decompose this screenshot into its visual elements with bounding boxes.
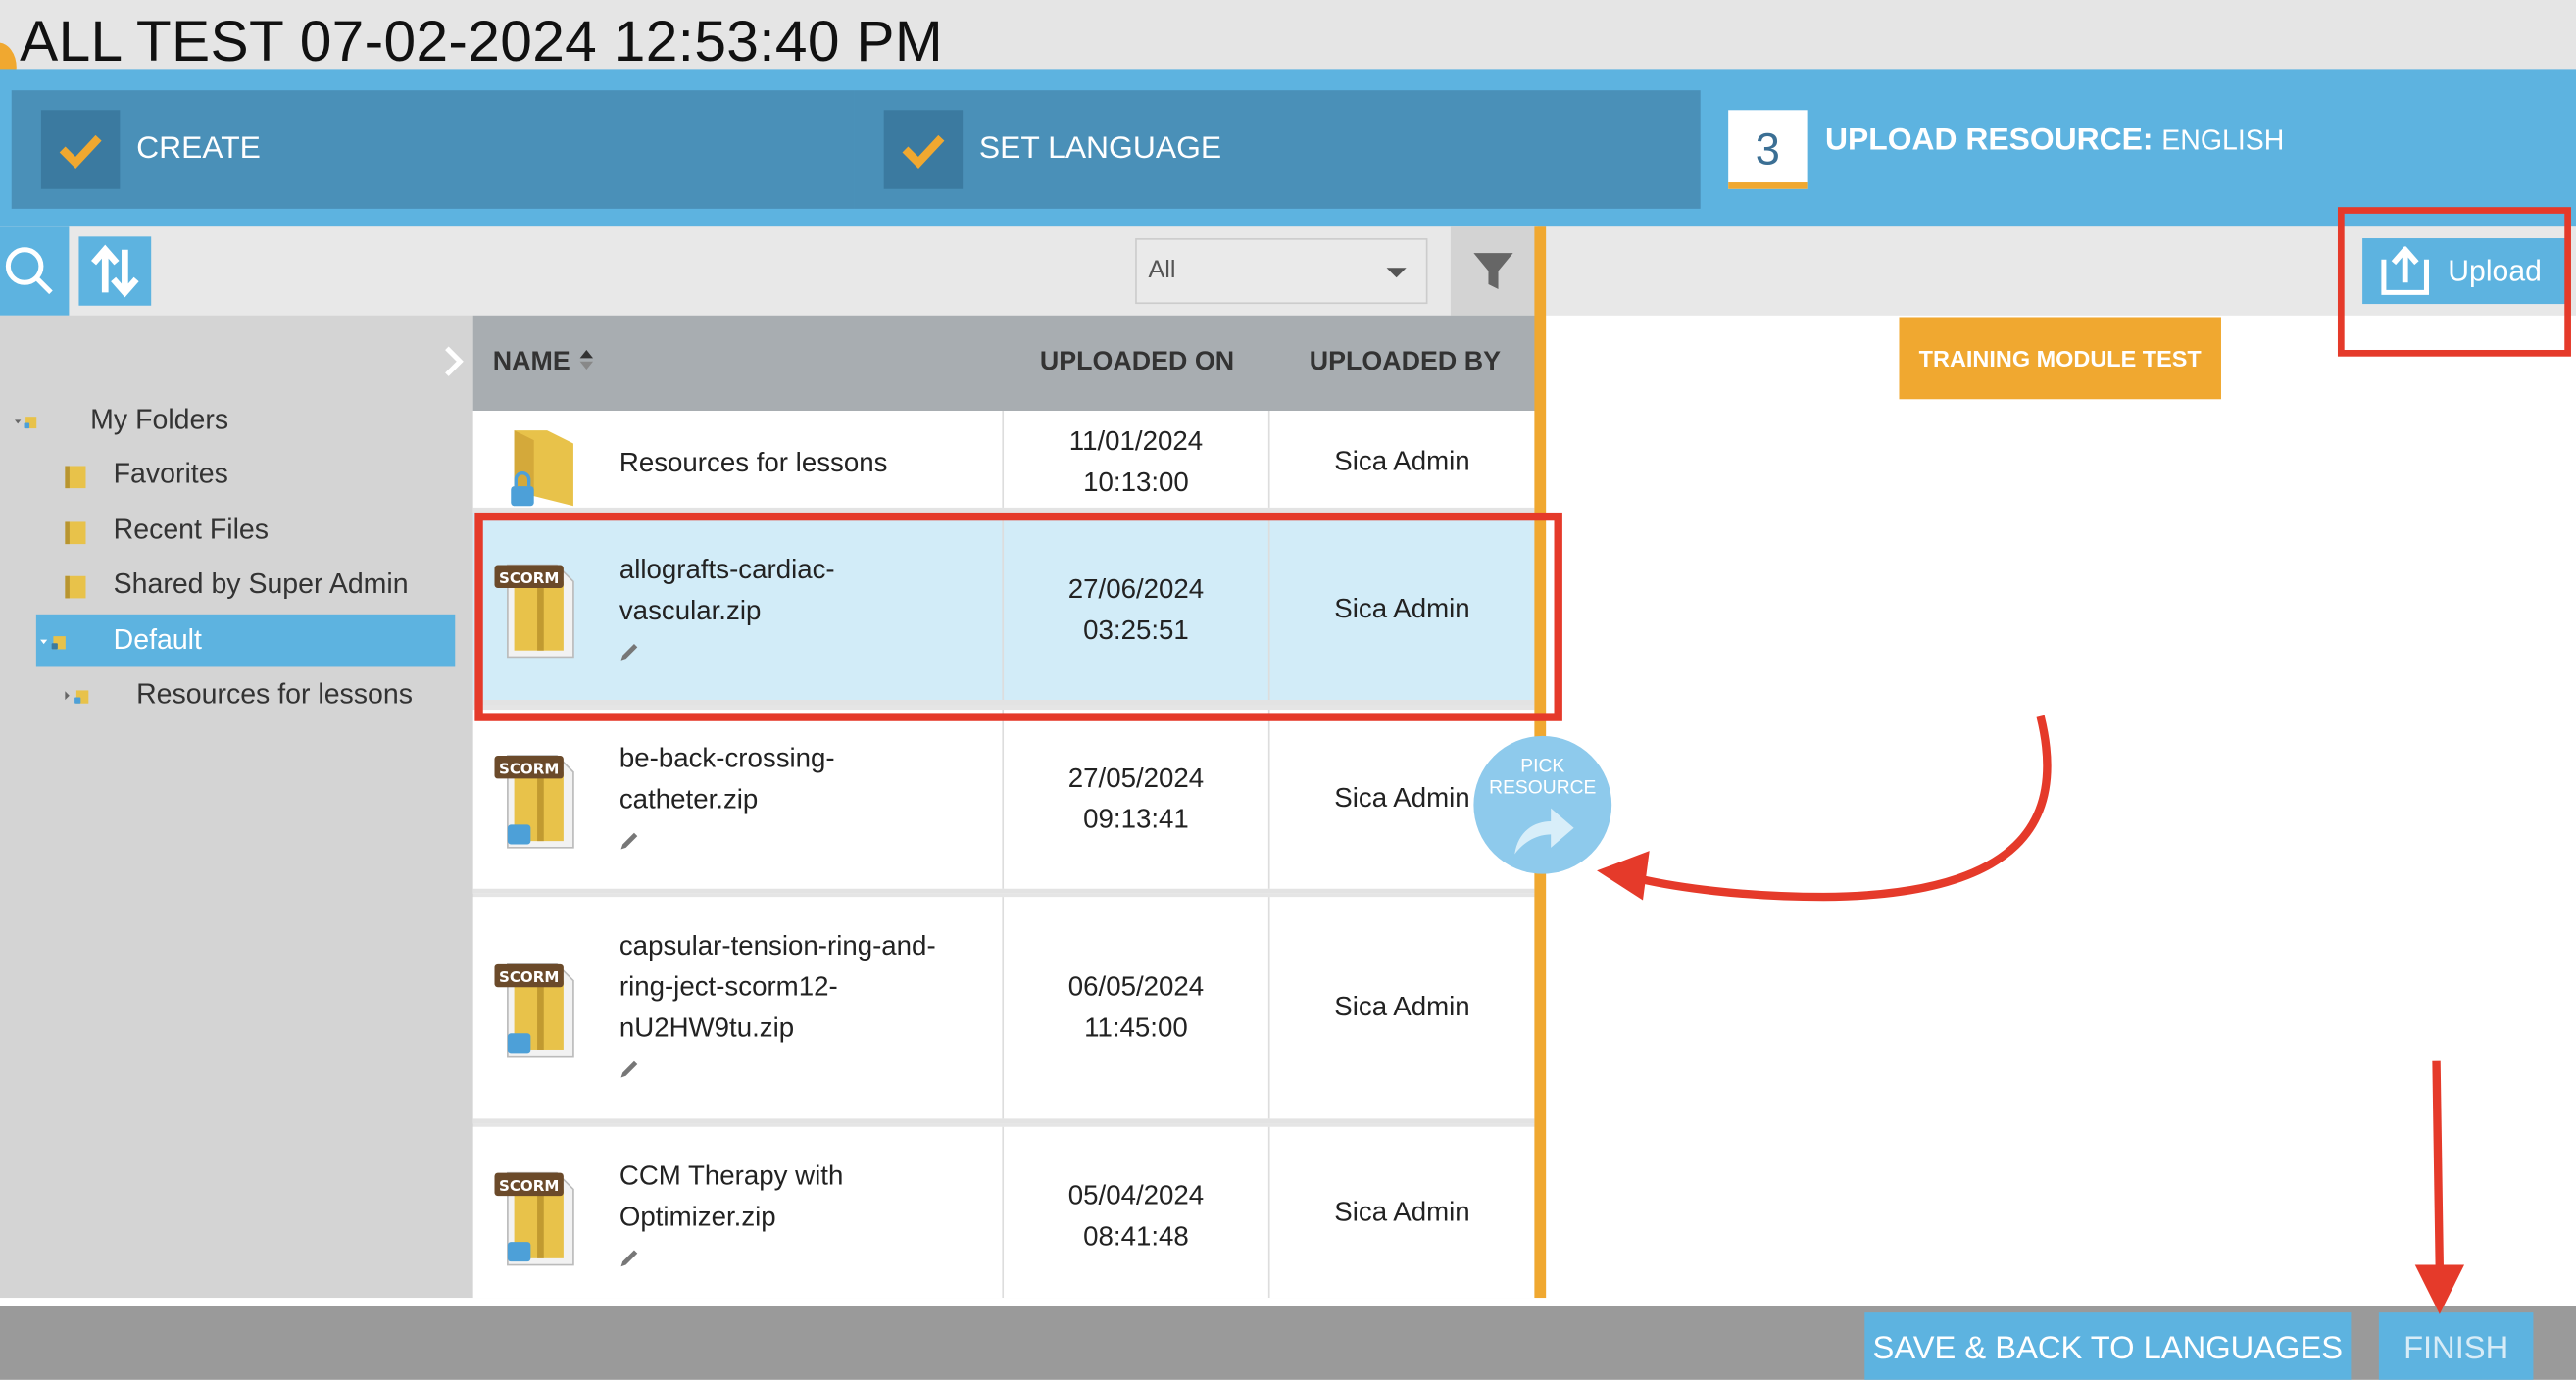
table-row[interactable]: SCORM CCM Therapy with Optimizer.zip 05/0… (472, 1126, 1535, 1299)
step-upload-resource-label: UPLOAD RESOURCE: ENGLISH (1825, 119, 2284, 165)
edit-pencil-icon[interactable] (619, 1060, 639, 1079)
table-row[interactable]: Resources for lessons 11/01/2024 10:13:00… (472, 411, 1535, 513)
tree-item-my-folders[interactable]: My Folders (13, 394, 457, 447)
uploaded-by: Sica Admin (1334, 446, 1470, 477)
sort-button[interactable] (78, 236, 152, 306)
scorm-package-icon: SCORM (494, 755, 574, 849)
folder-icon (65, 690, 89, 704)
tree-item-resources-for-lessons[interactable]: Resources for lessons (59, 668, 453, 721)
page-title: ALL TEST 07-02-2024 12:53:40 PM (20, 10, 944, 74)
step-set-language-label: SET LANGUAGE (978, 131, 1222, 167)
column-header-uploaded-on[interactable]: UPLOADED ON (1040, 316, 1234, 411)
tree-item-default[interactable]: Default (35, 614, 456, 667)
training-module-tag[interactable]: TRAINING MODULE TEST (1899, 317, 2221, 400)
folder-icon (65, 575, 86, 599)
pick-resource-label-line2: RESOURCE (1489, 778, 1597, 799)
edit-pencil-icon[interactable] (619, 831, 639, 851)
step-number: 3 (1728, 110, 1808, 189)
folder-icon (14, 417, 37, 429)
resource-name: be-back-crossing-catheter.zip (619, 739, 981, 821)
search-icon (5, 247, 53, 295)
column-header-uploaded-by[interactable]: UPLOADED BY (1310, 316, 1501, 411)
upload-time: 09:13:41 (1083, 805, 1189, 835)
upload-date: 27/05/2024 (1067, 764, 1205, 794)
step-language: ENGLISH (2161, 124, 2285, 157)
scorm-badge: SCORM (499, 760, 559, 777)
tree-item-label: Default (113, 623, 202, 656)
column-header-name[interactable]: NAME (493, 316, 594, 411)
checkmark-icon (883, 110, 964, 189)
scorm-badge: SCORM (499, 1177, 559, 1195)
folder-icon (40, 636, 66, 650)
training-module-panel (1546, 315, 2576, 1314)
uploaded-on: 11/01/2024 10:13:00 (1004, 422, 1268, 505)
resource-name-line: ring-ject-scorm12- (619, 972, 838, 1003)
selected-row-highlight-box (474, 512, 1562, 721)
upload-time: 11:45:00 (1084, 1013, 1188, 1044)
tree-item-label: Recent Files (113, 514, 270, 546)
resource-name-line: nU2HW9tu.zip (619, 1013, 795, 1044)
curved-arrow-icon (1514, 808, 1574, 855)
scorm-package-icon: SCORM (494, 1171, 574, 1266)
resource-name-line: catheter.zip (619, 785, 759, 815)
sort-caret-icon (578, 349, 593, 370)
resource-name: CCM Therapy with Optimizer.zip (619, 1157, 981, 1239)
step-separator: : (2142, 123, 2154, 158)
uploaded-by: Sica Admin (1334, 1197, 1470, 1227)
chevron-right-icon[interactable] (437, 342, 471, 381)
tree-item-shared-by-super-admin[interactable]: Shared by Super Admin (36, 559, 455, 612)
chevron-down-icon (1386, 268, 1407, 278)
filter-select[interactable]: All (1135, 238, 1428, 305)
sort-arrows-icon (91, 244, 139, 298)
folder-icon (511, 430, 573, 507)
step-set-language[interactable]: SET LANGUAGE (854, 90, 1701, 209)
uploaded-on: 05/04/2024 08:41:48 (1004, 1176, 1268, 1258)
pick-resource-button[interactable]: PICK RESOURCE (1473, 735, 1612, 874)
resource-name: capsular-tension-ring-and-ring-ject-scor… (619, 926, 981, 1050)
resource-name-line: capsular-tension-ring-and- (619, 931, 936, 961)
filter-button[interactable] (1450, 226, 1537, 316)
folder-icon (65, 466, 86, 489)
folder-icon (65, 521, 86, 545)
step-upload-resource-title: UPLOAD RESOURCE (1825, 123, 2143, 158)
column-name-label: NAME (492, 348, 570, 376)
tree-item-favorites[interactable]: Favorites (36, 449, 455, 502)
tree-item-label: Favorites (113, 458, 228, 490)
upload-date: 05/04/2024 (1067, 1181, 1205, 1211)
upload-date: 06/05/2024 (1067, 972, 1205, 1003)
scorm-package-icon: SCORM (494, 962, 574, 1058)
tree-item-label: My Folders (90, 404, 229, 436)
checkmark-icon (40, 110, 121, 189)
tree-item-label: Shared by Super Admin (113, 567, 409, 600)
uploaded-on: 27/05/2024 09:13:41 (1004, 759, 1268, 841)
resource-name-line: CCM Therapy with (619, 1160, 844, 1192)
tree-item-recent-files[interactable]: Recent Files (36, 505, 455, 558)
upload-highlight-box (2337, 207, 2571, 357)
filter-select-value: All (1148, 256, 1176, 284)
pick-resource-label-line1: PICK (1520, 757, 1565, 777)
upload-time: 08:41:48 (1083, 1221, 1189, 1253)
funnel-icon (1473, 253, 1513, 289)
step-create-label: CREATE (136, 131, 261, 167)
resource-name-line: Optimizer.zip (619, 1202, 776, 1233)
uploaded-by: Sica Admin (1334, 992, 1470, 1022)
finish-button[interactable]: FINISH (2378, 1312, 2534, 1380)
table-row[interactable]: SCORM be-back-crossing-catheter.zip 27/0… (472, 710, 1535, 894)
upload-date: 11/01/2024 (1068, 426, 1204, 457)
upload-time: 10:13:00 (1083, 468, 1189, 498)
tree-item-label: Resources for lessons (136, 678, 413, 711)
step-create[interactable]: CREATE (11, 90, 855, 209)
table-header: NAME UPLOADED ON UPLOADED BY (472, 315, 1538, 412)
scorm-badge: SCORM (499, 968, 559, 986)
resource-name-line: be-back-crossing- (619, 744, 835, 774)
edit-pencil-icon[interactable] (619, 1249, 639, 1268)
resource-name: Resources for lessons (619, 448, 888, 478)
table-row[interactable]: SCORM capsular-tension-ring-and-ring-jec… (472, 897, 1535, 1124)
save-and-back-button[interactable]: SAVE & BACK TO LANGUAGES (1864, 1312, 2352, 1380)
search-button[interactable] (0, 226, 70, 316)
uploaded-on: 06/05/2024 11:45:00 (1004, 967, 1268, 1050)
